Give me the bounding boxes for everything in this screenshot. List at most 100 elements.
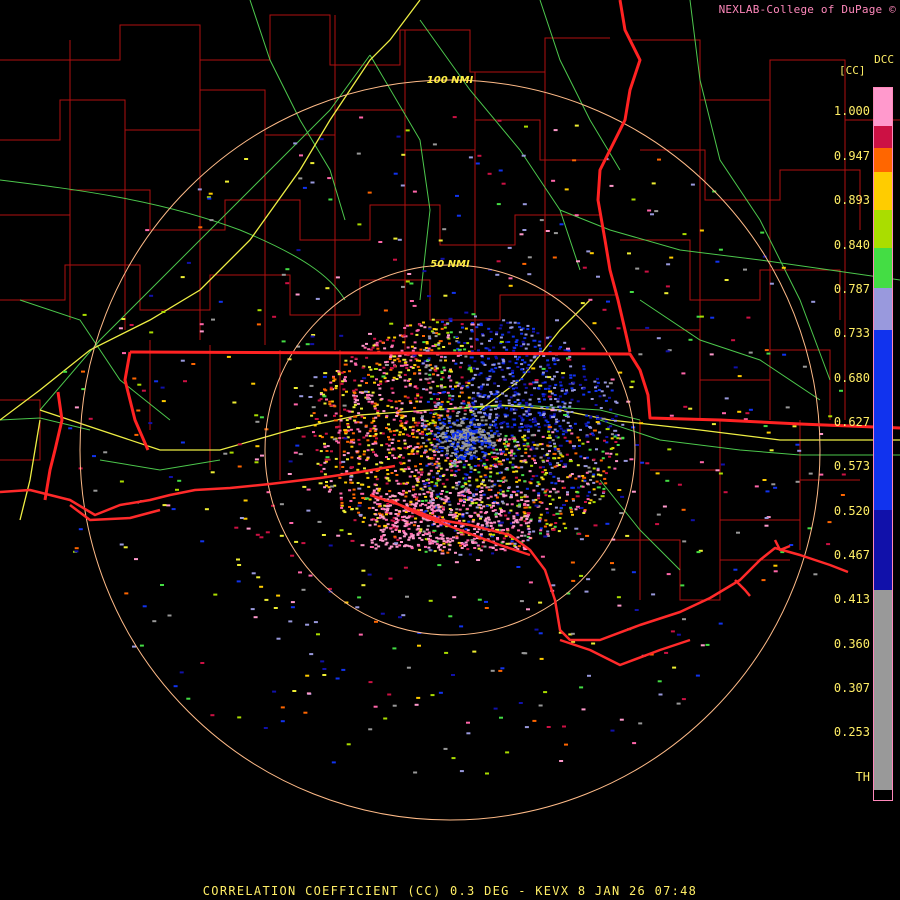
echo-pixel xyxy=(596,469,600,472)
echo-pixel xyxy=(508,451,512,454)
echo-pixel xyxy=(449,425,453,428)
echo-pixel xyxy=(412,190,417,193)
echo-pixel xyxy=(349,481,353,484)
echo-pixel xyxy=(327,458,331,461)
echo-pixel xyxy=(380,397,384,400)
echo-pixel xyxy=(593,493,597,496)
radar-map[interactable]: 100 NMI 50 NMI xyxy=(0,0,900,900)
echo-pixel xyxy=(343,511,347,514)
echo-pixel xyxy=(524,522,528,525)
echo-pixel xyxy=(439,427,443,430)
echo-pixel xyxy=(461,385,465,387)
echo-pixel xyxy=(616,437,620,440)
echo-pixel xyxy=(479,515,483,518)
echo-pixel xyxy=(362,377,367,380)
echo-pixel xyxy=(528,419,532,421)
echo-pixel xyxy=(527,273,532,276)
echo-pixel xyxy=(477,471,481,474)
echo-pixel xyxy=(475,326,479,329)
echo-pixel xyxy=(394,522,398,524)
echo-pixel xyxy=(484,423,488,426)
echo-pixel xyxy=(538,340,542,343)
echo-pixel xyxy=(272,315,277,318)
echo-pixel xyxy=(431,380,435,383)
echo-pixel xyxy=(229,451,234,454)
echo-pixel xyxy=(407,369,411,372)
echo-pixel xyxy=(385,469,389,471)
colorbar-tick: 0.947 xyxy=(833,149,870,163)
echo-pixel xyxy=(425,482,429,484)
echo-pixel xyxy=(376,347,380,350)
echo-pixel xyxy=(388,490,392,493)
echo-pixel xyxy=(560,389,564,392)
echo-pixel xyxy=(519,422,523,425)
echo-pixel xyxy=(491,434,495,437)
echo-pixel xyxy=(485,772,489,775)
echo-pixel xyxy=(273,607,278,609)
colorbar-segment xyxy=(874,510,892,590)
echo-pixel xyxy=(489,525,493,527)
echo-pixel xyxy=(754,485,759,488)
echo-pixel xyxy=(558,517,562,519)
echo-pixel xyxy=(773,570,778,573)
echo-pixel xyxy=(191,363,196,365)
echo-pixel xyxy=(385,482,389,485)
echo-pixel xyxy=(413,421,417,424)
echo-pixel xyxy=(348,370,351,373)
echo-pixel xyxy=(148,422,153,425)
echo-pixel xyxy=(460,323,464,326)
echo-pixel xyxy=(121,318,126,320)
echo-pixel xyxy=(539,347,542,350)
echo-pixel xyxy=(592,481,596,484)
echo-pixel xyxy=(522,343,526,346)
echo-pixel xyxy=(595,480,599,483)
echo-pixel xyxy=(645,326,650,329)
echo-pixel xyxy=(498,439,501,442)
echo-pixel xyxy=(339,419,343,422)
echo-pixel xyxy=(542,412,546,415)
echo-pixel xyxy=(610,729,615,732)
echo-pixel xyxy=(614,441,618,443)
echo-pixel xyxy=(441,482,445,485)
echo-pixel xyxy=(569,365,573,368)
echo-pixel xyxy=(453,515,457,518)
echo-pixel xyxy=(548,490,552,493)
echo-pixel xyxy=(605,452,609,455)
echo-pixel xyxy=(429,387,433,390)
echo-pixel xyxy=(530,405,534,408)
echo-pixel xyxy=(537,492,541,495)
echo-pixel xyxy=(470,345,473,348)
echo-pixel xyxy=(434,328,438,331)
echo-pixel xyxy=(377,489,381,492)
echo-pixel xyxy=(515,480,519,483)
echo-pixel xyxy=(552,452,557,455)
echo-pixel xyxy=(592,473,596,476)
echo-pixel xyxy=(512,437,516,440)
echo-pixel xyxy=(256,323,261,326)
echo-pixel xyxy=(448,513,452,516)
colorbar-segment xyxy=(874,210,892,248)
echo-pixel xyxy=(373,425,377,428)
echo-pixel xyxy=(466,539,470,542)
colorbar-tick: 0.253 xyxy=(833,725,870,739)
echo-pixel xyxy=(672,666,677,669)
echo-pixel xyxy=(421,480,425,483)
echo-pixel xyxy=(259,536,264,539)
echo-pixel xyxy=(511,369,515,372)
echo-pixel xyxy=(310,181,315,184)
echo-pixel xyxy=(446,400,450,403)
echo-pixel xyxy=(401,153,406,156)
echo-pixel xyxy=(568,460,573,463)
echo-pixel xyxy=(682,618,686,621)
echo-pixel xyxy=(373,483,377,486)
echo-pixel xyxy=(483,519,487,522)
echo-pixel xyxy=(519,524,523,527)
echo-pixel xyxy=(358,513,363,516)
echo-pixel xyxy=(424,545,427,548)
echo-pixel xyxy=(420,419,424,421)
echo-pixel xyxy=(254,458,259,461)
echo-pixel xyxy=(352,488,356,491)
echo-pixel xyxy=(487,437,491,440)
echo-pixel xyxy=(446,551,450,554)
echo-pixel xyxy=(597,389,601,391)
